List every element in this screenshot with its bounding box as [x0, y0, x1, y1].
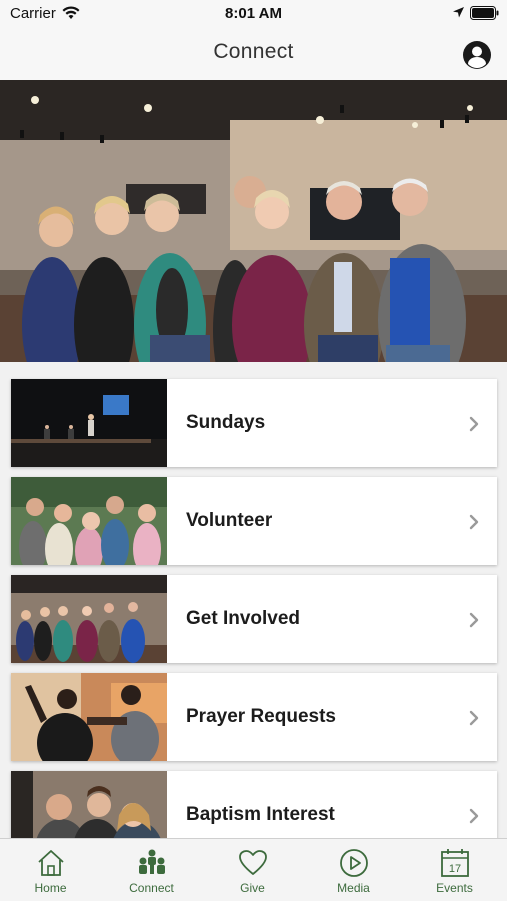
- connect-list: Sundays Volunteer Get Involved Prayer Re…: [0, 362, 507, 838]
- list-item-get-involved[interactable]: Get Involved: [11, 575, 497, 663]
- baptism-interest-thumbnail: [11, 771, 167, 838]
- heart-icon: [238, 850, 267, 875]
- tab-media[interactable]: Media: [303, 839, 404, 901]
- navigation-bar: Connect: [0, 28, 507, 81]
- calendar-day: 17: [448, 863, 460, 875]
- chevron-right-icon: [469, 416, 479, 432]
- list-item-label: Prayer Requests: [186, 706, 336, 727]
- prayer-requests-thumbnail: [11, 673, 167, 761]
- tab-label: Home: [34, 881, 67, 895]
- volunteer-thumbnail: [11, 477, 167, 565]
- tab-label: Events: [436, 881, 473, 895]
- page-title: Connect: [213, 40, 294, 63]
- profile-icon[interactable]: [462, 40, 492, 70]
- sundays-thumbnail: [11, 379, 167, 467]
- play-icon: [339, 849, 368, 877]
- location-arrow-icon: [453, 7, 464, 18]
- people-icon: [138, 849, 165, 874]
- tab-label: Give: [240, 881, 265, 895]
- battery-icon: [470, 6, 499, 20]
- home-icon: [37, 850, 64, 876]
- chevron-right-icon: [469, 710, 479, 726]
- chevron-right-icon: [469, 808, 479, 824]
- status-bar: Carrier 8:01 AM: [0, 0, 507, 28]
- tab-events[interactable]: 17 Events: [404, 839, 505, 901]
- tab-connect[interactable]: Connect: [101, 839, 202, 901]
- list-item-sundays[interactable]: Sundays: [11, 379, 497, 467]
- tab-label: Connect: [129, 881, 174, 895]
- calendar-icon: 17: [440, 849, 469, 877]
- tab-home[interactable]: Home: [0, 839, 101, 901]
- list-item-label: Get Involved: [186, 608, 301, 629]
- chevron-right-icon: [469, 514, 479, 530]
- tab-give[interactable]: Give: [202, 839, 303, 901]
- hero-group-photo: [0, 80, 507, 362]
- list-item-label: Volunteer: [186, 510, 273, 531]
- list-item-label: Baptism Interest: [186, 804, 335, 825]
- list-item-label: Sundays: [186, 412, 266, 433]
- chevron-right-icon: [469, 612, 479, 628]
- tab-bar: Home Connect Give Media 17 Events: [0, 838, 507, 901]
- tab-label: Media: [337, 881, 370, 895]
- clock: 8:01 AM: [225, 5, 282, 22]
- list-item-prayer-requests[interactable]: Prayer Requests: [11, 673, 497, 761]
- list-item-volunteer[interactable]: Volunteer: [11, 477, 497, 565]
- get-involved-thumbnail: [11, 575, 167, 663]
- list-item-baptism-interest[interactable]: Baptism Interest: [11, 771, 497, 838]
